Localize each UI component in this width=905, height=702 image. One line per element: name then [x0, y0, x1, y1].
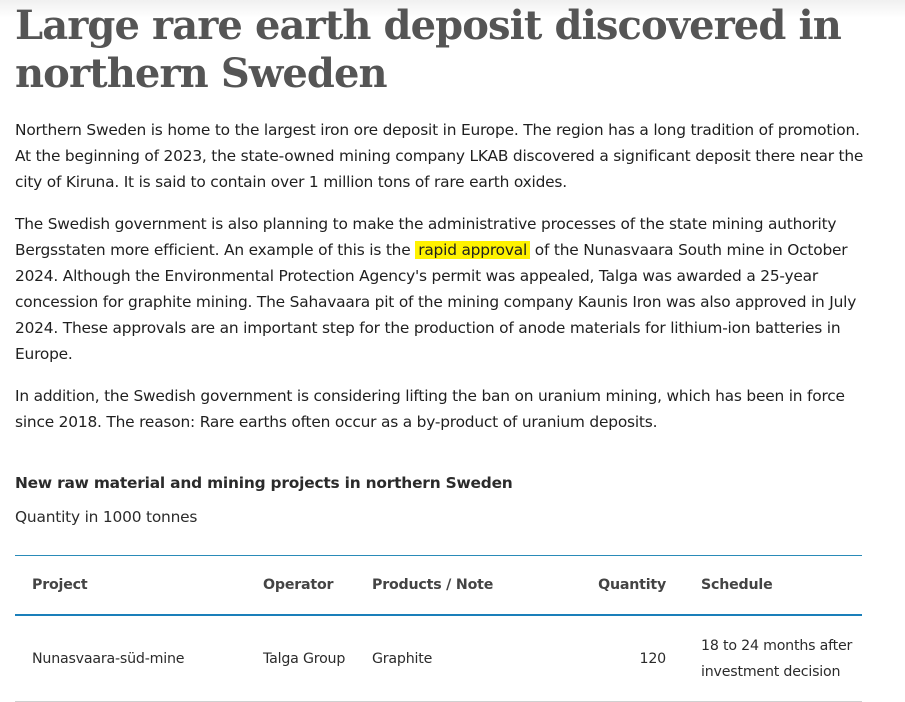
projects-table: Project Operator Products / Note Quantit…	[15, 555, 862, 702]
cell-project: Nunasvaara-süd-mine	[15, 615, 263, 702]
table-subtitle: Quantity in 1000 tonnes	[15, 508, 198, 526]
header-project: Project	[15, 555, 263, 616]
table-title: New raw material and mining projects in …	[15, 474, 513, 492]
cell-quantity: 120	[532, 615, 666, 702]
paragraph-1: Northern Sweden is home to the largest i…	[15, 121, 864, 191]
header-operator: Operator	[263, 555, 372, 616]
paragraph-2: The Swedish government is also planning …	[15, 211, 865, 367]
paragraph-2-end: of the Nunasvaara South mine in October …	[15, 241, 857, 363]
table-header-row: Project Operator Products / Note Quantit…	[15, 555, 862, 616]
cell-schedule: 18 to 24 months after investment decisio…	[666, 615, 862, 702]
header-quantity: Quantity	[532, 555, 666, 616]
article-headline: Large rare earth deposit discovered in n…	[15, 2, 842, 97]
paragraph-3: In addition, the Swedish government is c…	[15, 387, 845, 431]
header-schedule: Schedule	[666, 555, 862, 616]
highlighted-text: rapid approval	[415, 241, 531, 259]
article: Large rare earth deposit discovered in n…	[15, 0, 865, 702]
header-products: Products / Note	[372, 555, 532, 616]
table-row: Nunasvaara-süd-mine Talga Group Graphite…	[15, 615, 862, 702]
cell-products: Graphite	[372, 615, 532, 702]
cell-operator: Talga Group	[263, 615, 372, 702]
